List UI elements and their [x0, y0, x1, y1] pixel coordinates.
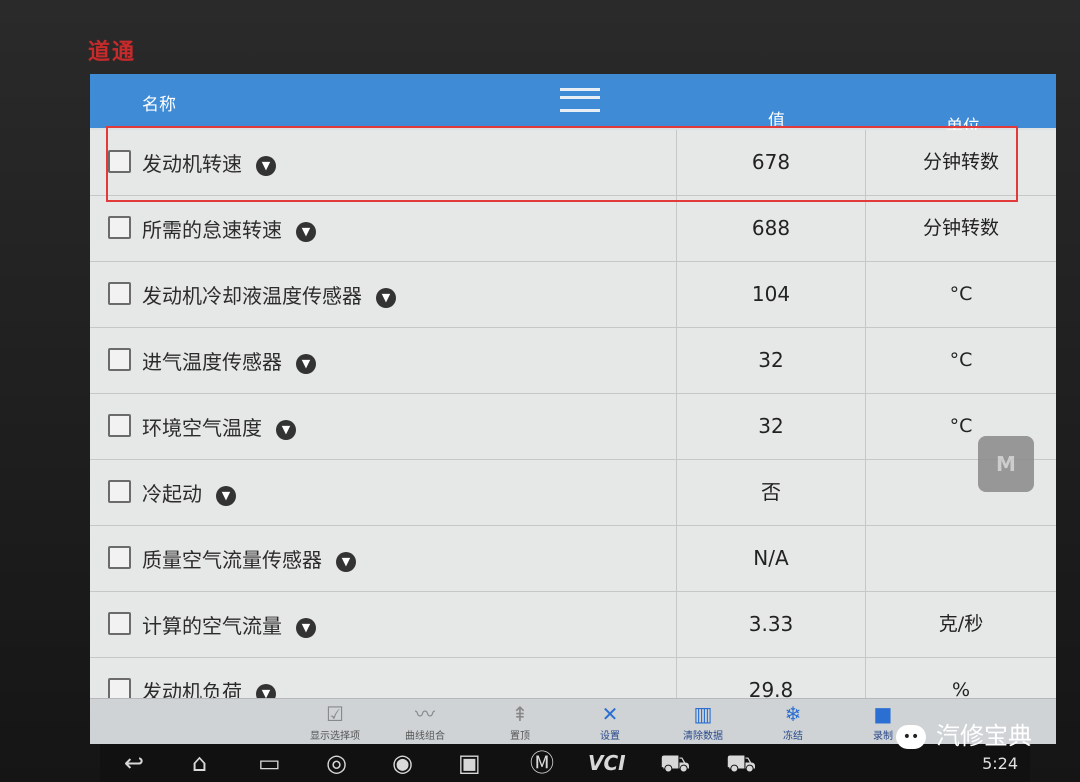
floating-m-button[interactable]: M	[978, 436, 1034, 492]
vci-icon[interactable]: VCI	[588, 748, 626, 778]
table-header: 名称 值 单位	[90, 74, 1056, 137]
row-label: 进气温度传感器 ▼	[142, 346, 316, 375]
dropdown-icon[interactable]: ▼	[256, 155, 276, 176]
row-label: 计算的空气流量 ▼	[142, 610, 316, 639]
value-cell: 688	[677, 196, 866, 261]
row-checkbox[interactable]	[108, 546, 131, 569]
table-row[interactable]: 计算的空气流量 ▼ 3.33 克/秒	[90, 592, 1056, 658]
value-cell: N/A	[677, 526, 866, 591]
trash-icon: ▥	[693, 702, 713, 726]
drag-handle-icon[interactable]	[560, 88, 600, 112]
dropdown-icon[interactable]: ▼	[376, 287, 396, 308]
unit-cell: 克/秒	[938, 613, 984, 635]
show-selected-button[interactable]: ☑ 显示选择项	[290, 703, 380, 742]
graph-merge-button[interactable]: 〰曲线组合	[380, 703, 470, 742]
table-row[interactable]: 进气温度传感器 ▼ 32 °C	[90, 328, 1056, 394]
row-checkbox[interactable]	[108, 150, 131, 173]
settings-button[interactable]: ✕ 设置	[565, 703, 655, 742]
value-cell: 104	[677, 262, 866, 327]
table-row[interactable]: 环境空气温度 ▼ 32 °C	[90, 394, 1056, 460]
name-cell: 质量空气流量传感器 ▼	[90, 526, 677, 591]
table-row[interactable]: 发动机冷却液温度传感器 ▼ 104 °C	[90, 262, 1056, 328]
clear-data-button[interactable]: ▥ 清除数据	[658, 703, 748, 742]
value-cell: 3.33	[677, 592, 866, 657]
dropdown-icon[interactable]: ▼	[216, 485, 236, 506]
value-cell: 32	[677, 394, 866, 459]
row-label: 发动机转速 ▼	[142, 148, 276, 177]
row-label: 所需的怠速转速 ▼	[142, 214, 316, 243]
row-checkbox[interactable]	[108, 612, 131, 635]
dropdown-icon[interactable]: ▼	[296, 221, 316, 242]
row-label: 环境空气温度 ▼	[142, 412, 296, 441]
unit-cell: °C	[949, 349, 973, 371]
dropdown-icon[interactable]: ▼	[336, 551, 356, 572]
pin-top-button[interactable]: ⇞ 置顶	[475, 703, 565, 742]
watermark: •• 汽修宝典	[896, 716, 1032, 751]
car-service-icon[interactable]: ⛟	[726, 748, 756, 778]
dropdown-icon[interactable]: ▼	[296, 617, 316, 638]
value-cell: 否	[677, 460, 866, 525]
recent-apps-icon[interactable]: ▭	[258, 748, 281, 778]
table-row[interactable]: 所需的怠速转速 ▼ 688 分钟转数	[90, 196, 1056, 262]
home-icon[interactable]: ⌂	[192, 748, 207, 778]
row-checkbox[interactable]	[108, 414, 131, 437]
scanner-screen: 名称 值 单位 发动机转速 ▼ 678 分钟转数 所需的怠速转速 ▼ 688 分钟转…	[90, 74, 1056, 744]
name-cell: 发动机转速 ▼	[90, 130, 677, 195]
pin-top-icon: ⇞	[511, 702, 529, 726]
row-label: 发动机冷却液温度传感器 ▼	[142, 280, 396, 309]
data-rows: 发动机转速 ▼ 678 分钟转数 所需的怠速转速 ▼ 688 分钟转数 发动机冷却液…	[90, 130, 1056, 724]
row-label: 质量空气流量传感器 ▼	[142, 544, 356, 573]
unit-cell: 分钟转数	[922, 151, 999, 173]
android-navbar: ↩ ⌂ ▭ ◎ ◉ ▣ Ⓜ VCI ⛟ ⛟ 5:24	[100, 744, 1030, 782]
freeze-button[interactable]: ❄ 冻结	[748, 703, 838, 742]
unit-cell	[866, 526, 1056, 591]
status-time: 5:24	[982, 754, 1018, 773]
screenshot-icon[interactable]: ▣	[458, 748, 481, 778]
name-cell: 所需的怠速转速 ▼	[90, 196, 677, 261]
settings-icon: ✕	[601, 702, 619, 726]
checkbox-icon: ☑	[326, 702, 344, 726]
m-icon[interactable]: Ⓜ	[530, 748, 554, 778]
name-cell: 进气温度传感器 ▼	[90, 328, 677, 393]
chart-icon: 〰	[415, 702, 435, 726]
name-cell: 计算的空气流量 ▼	[90, 592, 677, 657]
row-checkbox[interactable]	[108, 348, 131, 371]
dropdown-icon[interactable]: ▼	[276, 419, 296, 440]
table-row[interactable]: 发动机转速 ▼ 678 分钟转数	[90, 130, 1056, 196]
back-icon[interactable]: ↩	[124, 748, 144, 778]
header-name: 名称	[142, 95, 176, 115]
camera-icon[interactable]: ◉	[392, 748, 413, 778]
dropdown-icon[interactable]: ▼	[296, 353, 316, 374]
unit-cell: °C	[949, 283, 973, 305]
car-icon[interactable]: ⛟	[660, 748, 690, 778]
row-checkbox[interactable]	[108, 282, 131, 305]
name-cell: 冷起动 ▼	[90, 460, 677, 525]
value-cell: 678	[677, 130, 866, 195]
row-label: 冷起动 ▼	[142, 478, 236, 507]
table-row[interactable]: 质量空气流量传感器 ▼ N/A	[90, 526, 1056, 592]
name-cell: 环境空气温度 ▼	[90, 394, 677, 459]
name-cell: 发动机冷却液温度传感器 ▼	[90, 262, 677, 327]
brand-logo: 道通	[88, 40, 137, 65]
wechat-icon: ••	[896, 725, 926, 749]
snowflake-icon: ❄	[784, 702, 802, 726]
table-row[interactable]: 冷起动 ▼ 否	[90, 460, 1056, 526]
row-checkbox[interactable]	[108, 216, 131, 239]
header-value: 值	[768, 111, 785, 131]
unit-cell: 分钟转数	[922, 217, 999, 239]
value-cell: 32	[677, 328, 866, 393]
browser-icon[interactable]: ◎	[326, 748, 347, 778]
row-checkbox[interactable]	[108, 480, 131, 503]
